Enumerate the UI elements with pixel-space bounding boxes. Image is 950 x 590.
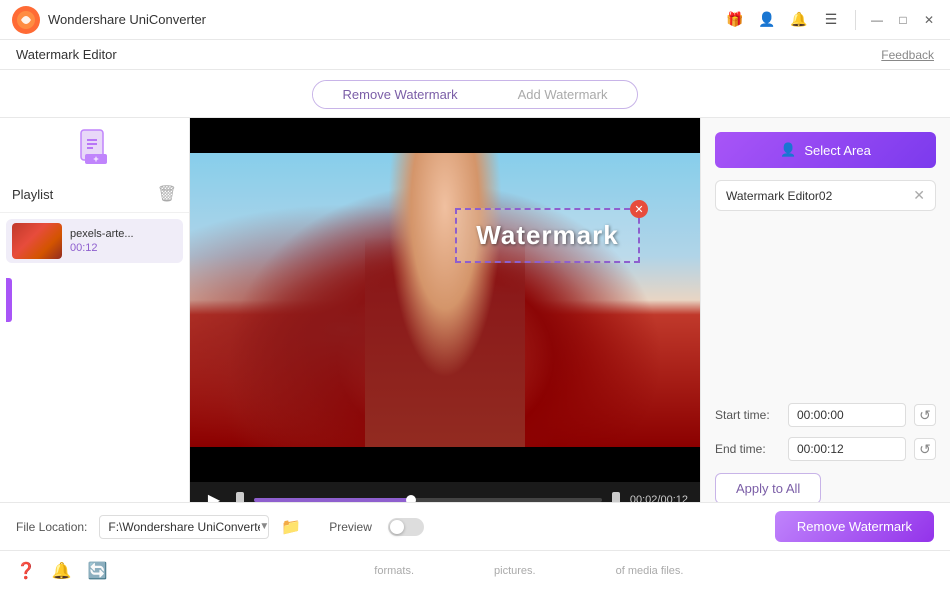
right-spacer [715, 223, 936, 387]
footer-text-2: pictures. [494, 565, 536, 577]
tab-area: Remove Watermark Add Watermark [0, 70, 950, 118]
file-location-label: File Location: [16, 520, 87, 534]
select-area-icon: 👤 [780, 142, 796, 158]
tab-group: Remove Watermark Add Watermark [312, 80, 639, 109]
video-black-bottom [190, 447, 700, 482]
end-time-reset[interactable]: ↺ [914, 438, 936, 460]
footer-text-1: formats. [374, 565, 414, 577]
feedback-link[interactable]: Feedback [881, 48, 934, 62]
watermark-close-button[interactable]: ✕ [630, 200, 648, 218]
bottom-bar: File Location: ▼ 📁 Preview Remove Waterm… [0, 502, 950, 550]
footer-bar: ❓ 🔔 🔄 formats. pictures. of media files. [0, 550, 950, 590]
footer-text-area: formats. pictures. of media files. [124, 565, 934, 577]
playlist-item-name: pexels-arte... [70, 228, 134, 240]
watermark-text: Watermark [476, 220, 618, 251]
playlist-items: pexels-arte... 00:12 [0, 213, 189, 518]
close-button[interactable]: ✕ [920, 11, 938, 29]
file-location-input[interactable] [99, 515, 269, 539]
footer-text-3: of media files. [616, 565, 684, 577]
subtitle-title: Watermark Editor [16, 47, 117, 62]
apply-to-all-button[interactable]: Apply to All [715, 473, 821, 504]
start-time-input[interactable] [789, 404, 906, 426]
start-time-row: Start time: ▲ ▼ ↺ [715, 403, 936, 427]
playlist-item-duration: 00:12 [70, 242, 134, 254]
right-panel: 👤 Select Area Watermark Editor02 ✕ Start… [700, 118, 950, 518]
app-logo [12, 6, 40, 34]
start-time-reset[interactable]: ↺ [914, 404, 936, 426]
app-window: Wondershare UniConverter 🎁 👤 🔔 ☰ — □ ✕ W… [0, 0, 950, 590]
watermark-tag: Watermark Editor02 ✕ [715, 180, 936, 211]
end-time-label: End time: [715, 442, 780, 456]
preview-label: Preview [329, 520, 372, 534]
app-title: Wondershare UniConverter [48, 12, 723, 27]
gift-icon[interactable]: 🎁 [723, 8, 747, 32]
left-panel: + Playlist 🗑 pexels-a [0, 118, 190, 518]
end-time-input[interactable] [789, 438, 906, 460]
remove-watermark-button[interactable]: Remove Watermark [775, 511, 934, 542]
user-icon[interactable]: 👤 [755, 8, 779, 32]
end-time-input-group: ▲ ▼ [788, 437, 906, 461]
video-person [365, 153, 525, 447]
menu-icon[interactable]: ☰ [819, 8, 843, 32]
add-file-section: + [0, 118, 189, 176]
maximize-button[interactable]: □ [894, 11, 912, 29]
list-item[interactable]: pexels-arte... 00:12 [6, 219, 183, 263]
svg-text:+: + [93, 154, 98, 164]
title-bar-icons: 🎁 👤 🔔 ☰ — □ ✕ [723, 8, 938, 32]
refresh-icon[interactable]: 🔄 [88, 561, 108, 581]
toggle-knob [390, 520, 404, 534]
video-black-top [190, 118, 700, 153]
watermark-tag-close[interactable]: ✕ [913, 187, 925, 204]
playlist-delete-icon[interactable]: 🗑 [157, 184, 177, 204]
tab-add-watermark[interactable]: Add Watermark [488, 81, 638, 108]
dropdown-arrow-icon: ▼ [259, 521, 269, 532]
help-icon[interactable]: ❓ [16, 561, 36, 581]
playlist-header: Playlist 🗑 [0, 176, 189, 213]
folder-icon[interactable]: 📁 [281, 517, 301, 537]
watermark-selection-box[interactable]: Watermark ✕ [455, 208, 640, 263]
playlist-item-info: pexels-arte... 00:12 [70, 228, 134, 254]
bell-footer-icon[interactable]: 🔔 [52, 561, 72, 581]
video-area: Watermark ✕ ▶ 00:02/00:12 [190, 118, 700, 518]
left-accent-bar [6, 278, 12, 322]
minimize-button[interactable]: — [868, 11, 886, 29]
video-canvas: Watermark ✕ [190, 153, 700, 447]
subtitle-bar: Watermark Editor Feedback [0, 40, 950, 70]
select-area-label: Select Area [804, 143, 871, 158]
preview-toggle[interactable] [388, 518, 424, 536]
tab-remove-watermark[interactable]: Remove Watermark [313, 81, 488, 108]
select-area-button[interactable]: 👤 Select Area [715, 132, 936, 168]
watermark-tag-name: Watermark Editor02 [726, 189, 832, 203]
playlist-label: Playlist [12, 187, 53, 202]
playlist-thumbnail [12, 223, 62, 259]
content-area: + Playlist 🗑 pexels-a [0, 118, 950, 518]
time-section: Start time: ▲ ▼ ↺ End time: [715, 403, 936, 461]
file-location-group: ▼ [99, 515, 269, 539]
end-time-row: End time: ▲ ▼ ↺ [715, 437, 936, 461]
add-file-button[interactable]: + [77, 126, 113, 168]
notification-icon[interactable]: 🔔 [787, 8, 811, 32]
title-bar: Wondershare UniConverter 🎁 👤 🔔 ☰ — □ ✕ [0, 0, 950, 40]
start-time-label: Start time: [715, 408, 780, 422]
start-time-input-group: ▲ ▼ [788, 403, 906, 427]
